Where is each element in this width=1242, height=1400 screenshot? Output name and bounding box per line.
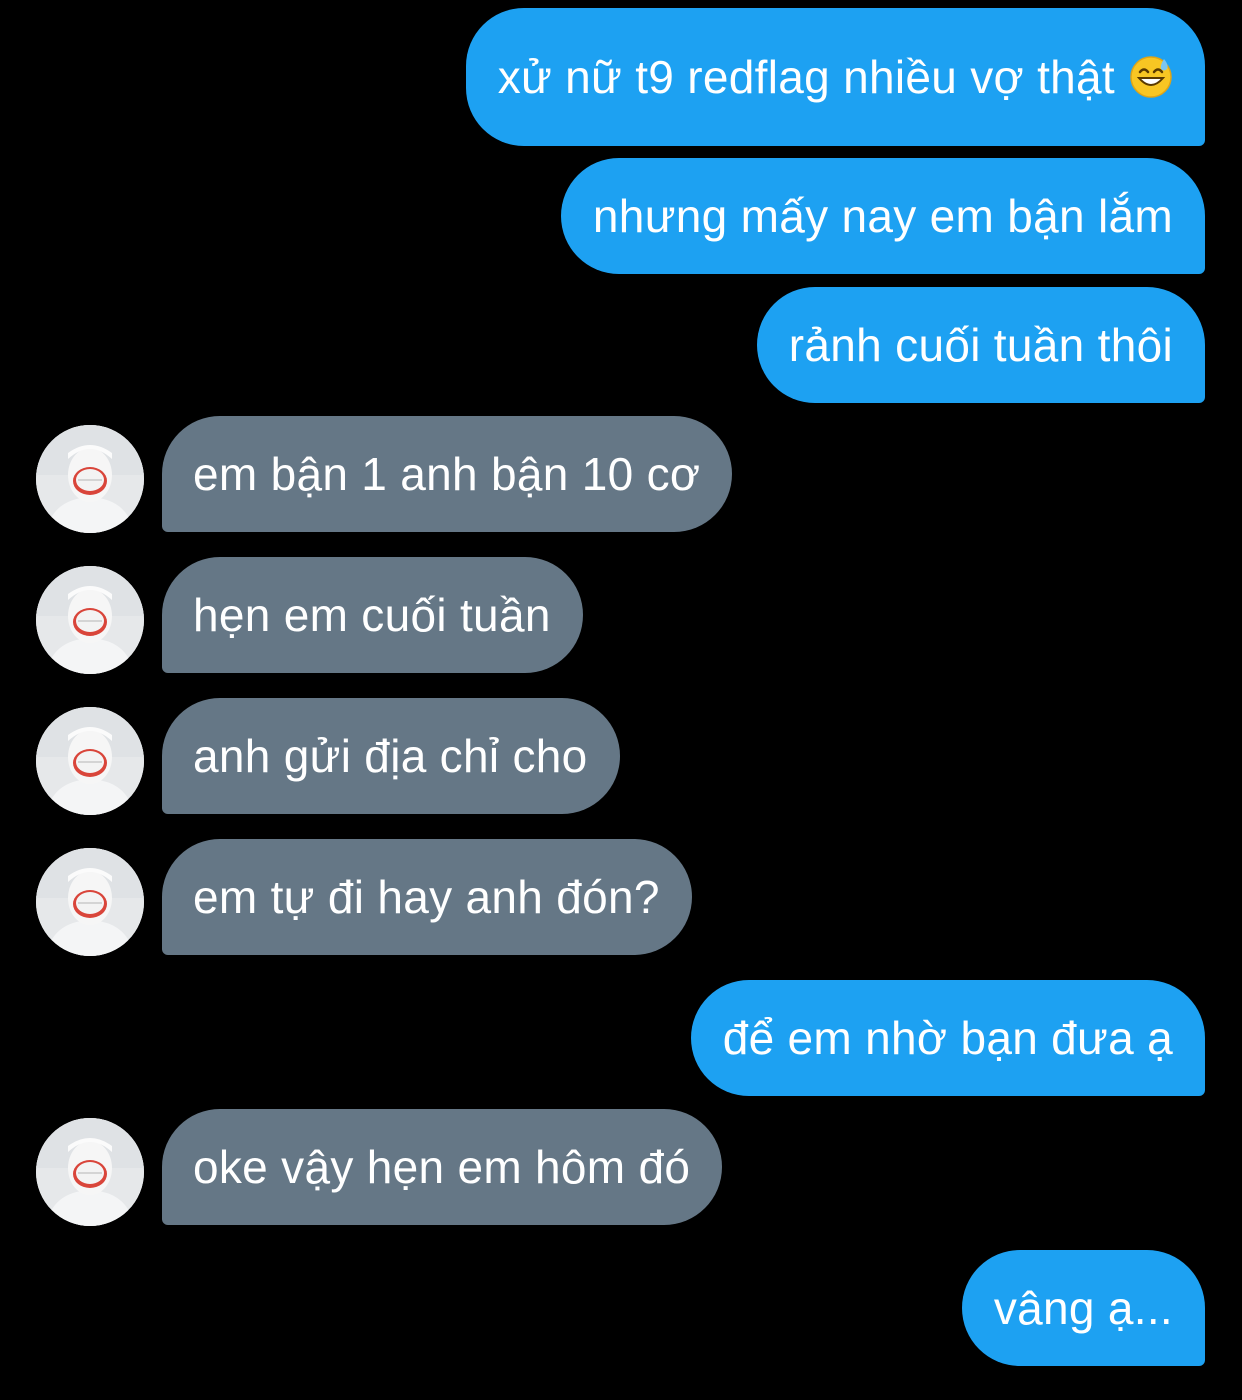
message-bubble-outgoing[interactable]: rảnh cuối tuần thôi [756, 287, 1205, 403]
message-bubble-incoming[interactable]: em tự đi hay anh đón? [162, 839, 692, 955]
message-bubble-outgoing[interactable]: vâng ạ... [961, 1250, 1205, 1366]
avatar[interactable] [36, 848, 144, 956]
message-bubble-incoming[interactable]: anh gửi địa chỉ cho [162, 698, 620, 814]
avatar[interactable] [36, 707, 144, 815]
avatar[interactable] [36, 1118, 144, 1226]
avatar[interactable] [36, 566, 144, 674]
message-bubble-incoming[interactable]: oke vậy hẹn em hôm đó [162, 1109, 723, 1225]
message-bubble-incoming[interactable]: hẹn em cuối tuần [162, 557, 583, 673]
message-text: vâng ạ... [993, 1282, 1173, 1334]
message-text: nhưng mấy nay em bận lắm [592, 190, 1173, 242]
message-bubble-outgoing[interactable]: xử nữ t9 redflag nhiều vợ thật [465, 8, 1205, 146]
avatar[interactable] [36, 425, 144, 533]
profile-photo-icon [36, 848, 144, 956]
message-text: em tự đi hay anh đón? [193, 871, 660, 923]
profile-photo-icon [36, 425, 144, 533]
message-text: rảnh cuối tuần thôi [788, 319, 1173, 371]
profile-photo-icon [36, 707, 144, 815]
message-bubble-outgoing[interactable]: để em nhờ bạn đưa ạ [690, 980, 1205, 1096]
message-text: anh gửi địa chỉ cho [193, 730, 588, 782]
message-bubble-incoming[interactable]: em bận 1 anh bận 10 cơ [162, 416, 733, 532]
profile-photo-icon [36, 566, 144, 674]
profile-photo-icon [36, 1118, 144, 1226]
message-text: oke vậy hẹn em hôm đó [193, 1141, 691, 1193]
message-text: em bận 1 anh bận 10 cơ [193, 448, 701, 500]
message-bubble-outgoing[interactable]: nhưng mấy nay em bận lắm [560, 158, 1205, 274]
message-text: hẹn em cuối tuần [193, 589, 551, 641]
grinning-sweat-emoji-icon [1130, 56, 1172, 98]
message-text: để em nhờ bạn đưa ạ [722, 1012, 1173, 1064]
message-text: xử nữ t9 redflag nhiều vợ thật [497, 51, 1115, 103]
